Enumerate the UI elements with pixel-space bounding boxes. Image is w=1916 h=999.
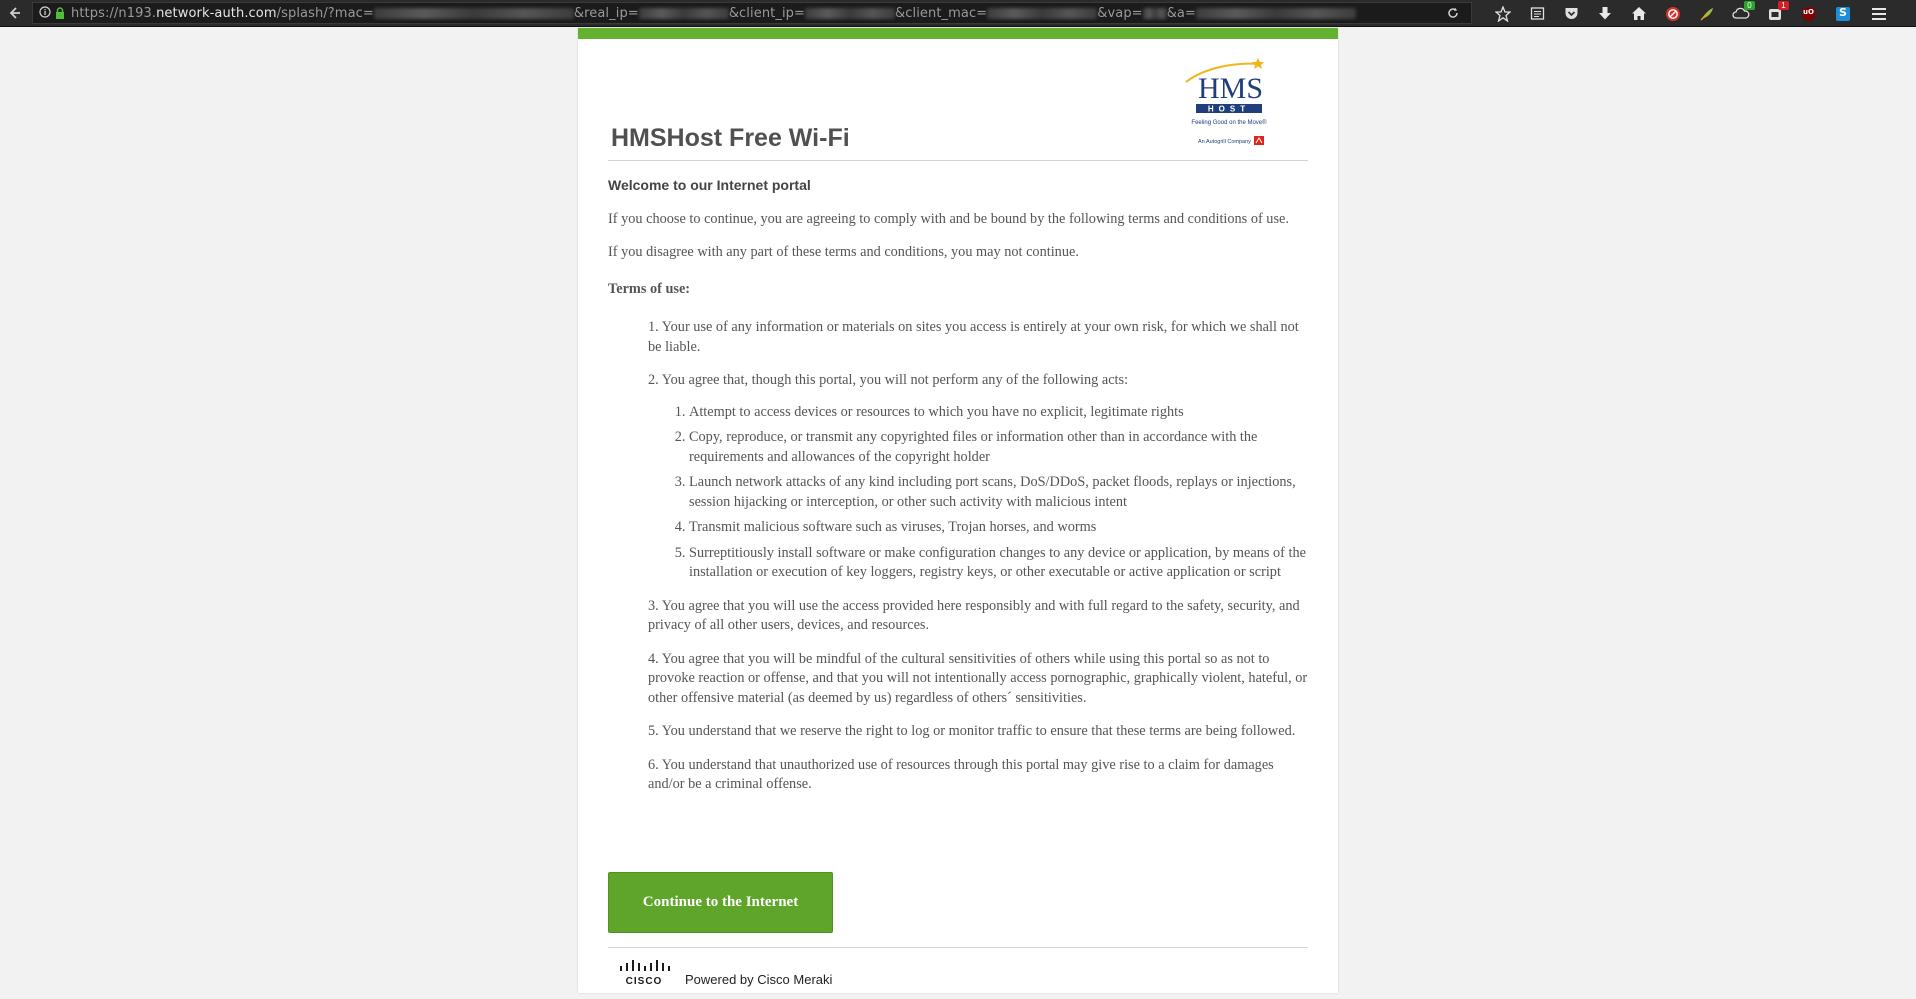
- download-icon[interactable]: [1596, 5, 1614, 23]
- prohibited-act-item: Transmit malicious software such as viru…: [689, 518, 1308, 538]
- terms-list: 1. Your use of any information or materi…: [608, 318, 1308, 795]
- url-host: network-auth.com: [156, 5, 277, 21]
- welcome-heading: Welcome to our Internet portal: [608, 177, 811, 193]
- page-title: HMSHost Free Wi-Fi: [611, 124, 850, 152]
- redacted-value: [987, 7, 1098, 19]
- back-icon[interactable]: [4, 0, 26, 27]
- hmshost-logo: HMS HOST Feeling Good on the Move® An Au…: [1184, 54, 1274, 148]
- url-path: /splash/?mac=: [276, 5, 374, 21]
- bookmark-star-icon[interactable]: [1494, 5, 1512, 23]
- prohibited-act-item: Surreptitiously install software or make…: [689, 544, 1308, 583]
- ublock-icon[interactable]: uO: [1800, 5, 1818, 23]
- term-text: 2. You agree that, though this portal, y…: [648, 372, 1129, 388]
- pocket-icon[interactable]: [1562, 5, 1580, 23]
- browser-toolbar: https://n193.network-auth.com/splash/?ma…: [0, 0, 1916, 27]
- address-bar[interactable]: https://n193.network-auth.com/splash/?ma…: [32, 2, 1472, 24]
- url-scheme: https://: [71, 5, 119, 21]
- extension-badge-count: 0: [1744, 0, 1755, 10]
- cisco-logo: CISCO: [618, 958, 670, 987]
- url-subdomain: n193.: [118, 5, 157, 21]
- url-param: &a=: [1166, 5, 1196, 21]
- term-text: 5. You understand that we reserve the ri…: [648, 723, 1296, 739]
- term-text: 3. You agree that you will use the acces…: [648, 597, 1300, 634]
- term-text: 6. You understand that unauthorized use …: [648, 756, 1274, 793]
- url-param: &real_ip=: [573, 5, 639, 21]
- feather-extension-icon[interactable]: [1698, 5, 1716, 23]
- term-item: 2. You agree that, though this portal, y…: [648, 371, 1308, 583]
- footer: CISCO Powered by Cisco Meraki: [608, 951, 1308, 991]
- home-icon[interactable]: [1630, 5, 1648, 23]
- term-item: 1. Your use of any information or materi…: [648, 318, 1308, 357]
- powered-by-text: Powered by Cisco Meraki: [685, 972, 833, 987]
- term-text: 1. Your use of any information or materi…: [648, 319, 1299, 355]
- intro-paragraph: If you choose to continue, you are agree…: [608, 210, 1289, 227]
- terms-content: Welcome to our Internet portal If you ch…: [608, 176, 1308, 809]
- redacted-value: [373, 7, 574, 19]
- logo-name: HMS: [1198, 72, 1263, 105]
- accent-bar: [578, 28, 1338, 39]
- header-divider: [608, 160, 1308, 161]
- url-param: &client_ip=: [728, 5, 806, 21]
- prohibited-act-item: Copy, reproduce, or transmit any copyrig…: [689, 428, 1308, 467]
- redacted-value: [638, 7, 729, 19]
- skype-label: S: [1839, 5, 1847, 19]
- terms-heading: Terms of use:: [608, 280, 691, 297]
- redacted-value: [805, 7, 896, 19]
- term-item: 4. You agree that you will be mindful of…: [648, 650, 1308, 709]
- term-text: 4. You agree that you will be mindful of…: [648, 650, 1308, 706]
- reload-icon[interactable]: [1442, 3, 1464, 23]
- prohibited-act-item: Launch network attacks of any kind inclu…: [689, 473, 1308, 512]
- extension-badge-count: 1: [1778, 0, 1789, 10]
- splash-card: HMS HOST Feeling Good on the Move® An Au…: [578, 28, 1338, 993]
- redacted-value: [1142, 7, 1167, 19]
- reading-list-icon[interactable]: [1528, 5, 1546, 23]
- ublock-label: uO: [1803, 7, 1814, 16]
- logo-sub: HOST: [1208, 105, 1250, 114]
- menu-icon[interactable]: [1870, 5, 1888, 23]
- disagree-paragraph: If you disagree with any part of these t…: [608, 244, 1079, 260]
- notification-extension-icon[interactable]: 1: [1766, 0, 1789, 23]
- prohibited-act-item: Attempt to access devices or resources t…: [689, 403, 1308, 423]
- url-param: &client_mac=: [895, 5, 988, 21]
- info-icon[interactable]: [37, 5, 53, 21]
- logo-tagline: Feeling Good on the Move®: [1191, 119, 1267, 126]
- cisco-wordmark: CISCO: [626, 976, 663, 986]
- continue-to-internet-button[interactable]: Continue to the Internet: [608, 872, 833, 933]
- lock-icon[interactable]: [53, 7, 67, 19]
- term-item: 5. You understand that we reserve the ri…: [648, 722, 1308, 742]
- redacted-value: [1195, 7, 1356, 19]
- logo-company: An Autogrill Company: [1198, 139, 1251, 145]
- adblock-red-icon[interactable]: [1664, 5, 1682, 23]
- footer-divider: [608, 947, 1308, 948]
- skype-icon[interactable]: S: [1834, 5, 1852, 23]
- url-text: https://n193.network-auth.com/splash/?ma…: [71, 6, 1356, 21]
- term-item: 3. You agree that you will use the acces…: [648, 597, 1308, 636]
- url-param: &vap=: [1097, 5, 1143, 21]
- prohibited-acts-list: Attempt to access devices or resources t…: [648, 403, 1308, 583]
- cloud-extension-icon[interactable]: 0: [1732, 0, 1755, 23]
- term-item: 6. You understand that unauthorized use …: [648, 756, 1308, 795]
